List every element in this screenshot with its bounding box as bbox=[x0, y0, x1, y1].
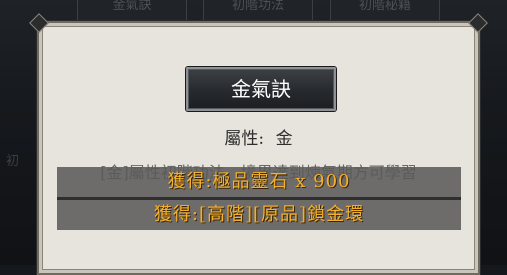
reward-notification: 獲得:極品靈石 x 900 bbox=[57, 167, 461, 197]
background-text-fragment: 初 bbox=[6, 154, 20, 169]
attribute-label: 屬性: bbox=[224, 129, 265, 149]
background-tab: 初階功法 bbox=[203, 0, 313, 21]
background-tab: 金氣訣 bbox=[77, 0, 187, 21]
background-tab: 初階秘籍 bbox=[330, 0, 440, 21]
attribute-line: 屬性: 金 bbox=[39, 124, 478, 149]
reward-notification: 獲得:[高階][原品]鎖金環 bbox=[57, 200, 461, 230]
skill-title-plate: 金氣訣 bbox=[186, 67, 336, 111]
attribute-value: 金 bbox=[275, 129, 293, 149]
background-tab-strip: 金氣訣 初階功法 初階秘籍 bbox=[0, 0, 507, 22]
skill-info-dialog: 金氣訣 屬性: 金 [金]屬性初階功法，境界達到煉氣期方可學習 bbox=[29, 13, 488, 275]
